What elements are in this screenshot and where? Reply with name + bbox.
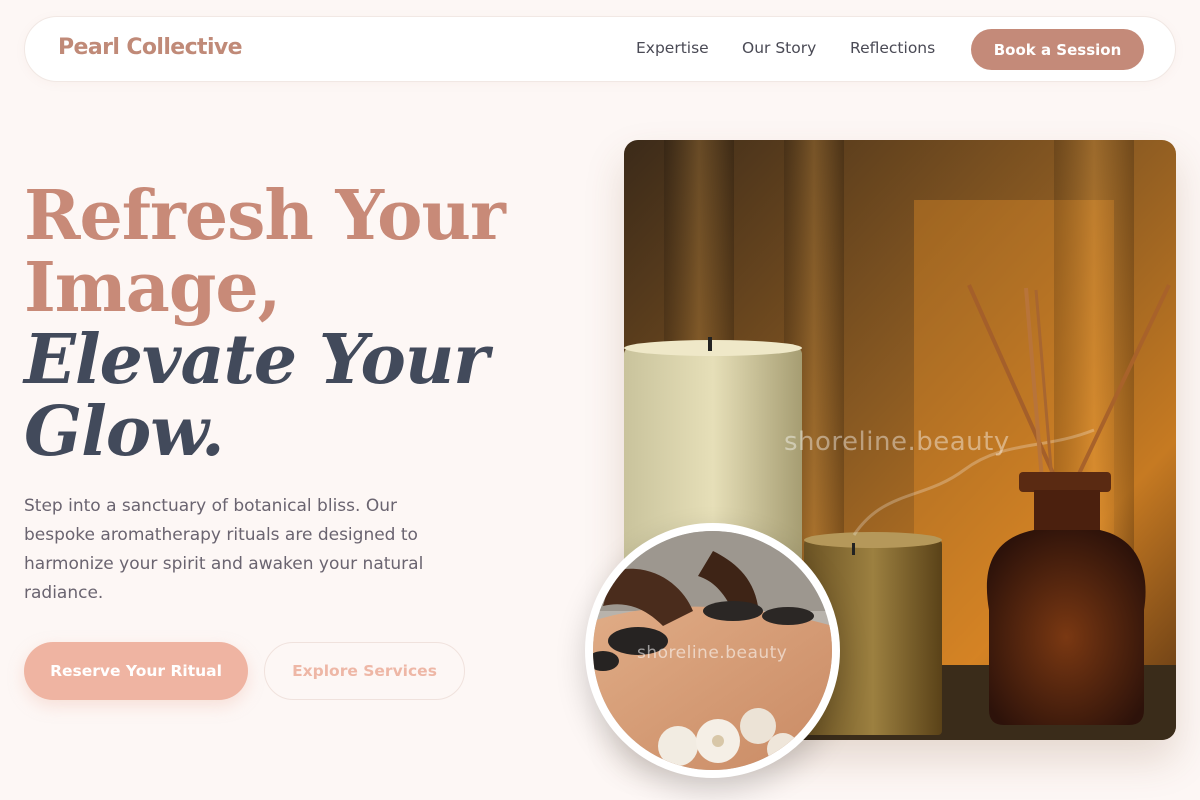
- explore-services-button[interactable]: Explore Services: [264, 642, 465, 700]
- hero-description: Step into a sanctuary of botanical bliss…: [24, 496, 424, 603]
- brand-logo[interactable]: Pearl Collective: [58, 35, 243, 60]
- navbar: Pearl Collective Expertise Our Story Ref…: [24, 16, 1176, 82]
- massage-photo: [585, 523, 840, 778]
- nav-link-expertise[interactable]: Expertise: [636, 39, 709, 57]
- reserve-ritual-button[interactable]: Reserve Your Ritual: [24, 642, 248, 700]
- landing-page: Pearl Collective Expertise Our Story Ref…: [0, 0, 1200, 800]
- book-session-button[interactable]: Book a Session: [971, 29, 1144, 70]
- nav-link-reflections[interactable]: Reflections: [850, 39, 935, 57]
- hero-headline: Refresh Your Image, Elevate Your Glow.: [24, 180, 544, 468]
- headline-line-1: Refresh Your Image,: [24, 176, 506, 328]
- nav-link-our-story[interactable]: Our Story: [742, 39, 816, 57]
- headline-line-2: Elevate Your Glow.: [24, 320, 489, 472]
